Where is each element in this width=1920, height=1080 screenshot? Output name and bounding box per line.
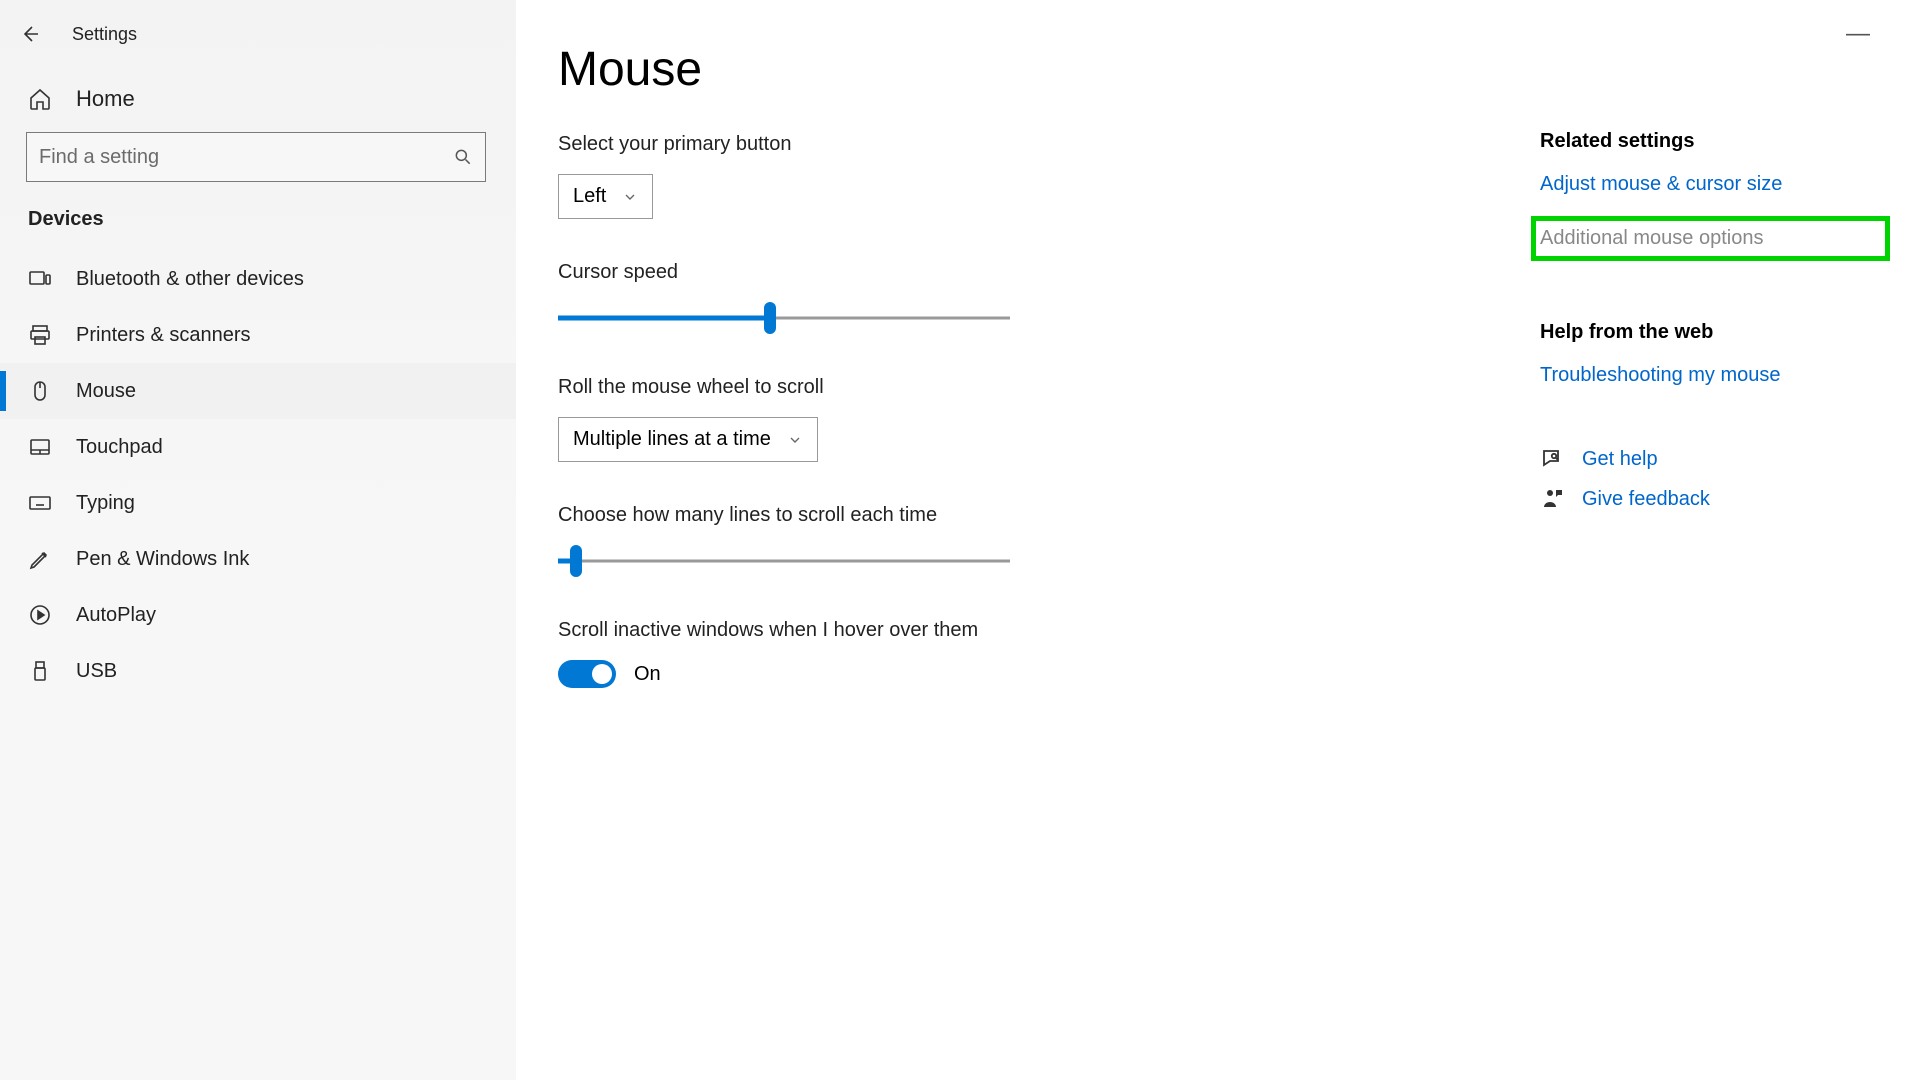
hover-scroll-toggle[interactable] bbox=[558, 660, 616, 688]
link-adjust-cursor-size[interactable]: Adjust mouse & cursor size bbox=[1540, 173, 1890, 196]
slider-track bbox=[558, 560, 1010, 563]
feedback-icon bbox=[1540, 487, 1564, 511]
sidebar-item-label: AutoPlay bbox=[76, 604, 156, 627]
content-column: Mouse Select your primary button Left Cu… bbox=[558, 42, 1318, 1080]
printer-icon bbox=[28, 323, 52, 347]
sidebar-item-bluetooth[interactable]: Bluetooth & other devices bbox=[0, 251, 516, 307]
group-hover-scroll: Scroll inactive windows when I hover ove… bbox=[558, 619, 1318, 688]
sidebar-item-label: USB bbox=[76, 660, 117, 683]
group-cursor-speed: Cursor speed bbox=[558, 261, 1318, 334]
touchpad-icon bbox=[28, 435, 52, 459]
sidebar-home-label: Home bbox=[76, 86, 135, 112]
window-title: Settings bbox=[72, 24, 137, 45]
wheel-scroll-value: Multiple lines at a time bbox=[573, 428, 771, 451]
primary-button-dropdown[interactable]: Left bbox=[558, 174, 653, 219]
give-feedback-link[interactable]: Give feedback bbox=[1582, 488, 1710, 511]
search-box[interactable] bbox=[26, 132, 486, 182]
sidebar-item-typing[interactable]: Typing bbox=[0, 475, 516, 531]
toggle-knob bbox=[592, 664, 612, 684]
sidebar-item-label: Typing bbox=[76, 492, 135, 515]
chevron-down-icon bbox=[622, 189, 638, 205]
hover-scroll-state: On bbox=[634, 663, 661, 686]
sidebar-item-label: Printers & scanners bbox=[76, 324, 251, 347]
primary-button-label: Select your primary button bbox=[558, 133, 1318, 156]
wheel-scroll-dropdown[interactable]: Multiple lines at a time bbox=[558, 417, 818, 462]
sidebar-item-label: Bluetooth & other devices bbox=[76, 268, 304, 291]
cursor-speed-slider[interactable] bbox=[558, 302, 1010, 334]
hover-scroll-toggle-row: On bbox=[558, 660, 1318, 688]
sidebar-item-label: Mouse bbox=[76, 380, 136, 403]
link-troubleshooting-mouse[interactable]: Troubleshooting my mouse bbox=[1540, 364, 1890, 387]
mouse-icon bbox=[28, 379, 52, 403]
sidebar-item-printers[interactable]: Printers & scanners bbox=[0, 307, 516, 363]
search-icon bbox=[453, 147, 473, 167]
link-additional-mouse-options[interactable]: Additional mouse options bbox=[1531, 216, 1890, 261]
group-wheel-scroll: Roll the mouse wheel to scroll Multiple … bbox=[558, 376, 1318, 462]
back-button[interactable] bbox=[16, 20, 44, 48]
group-lines-scroll: Choose how many lines to scroll each tim… bbox=[558, 504, 1318, 577]
chevron-down-icon bbox=[787, 432, 803, 448]
sidebar-item-label: Pen & Windows Ink bbox=[76, 548, 249, 571]
sidebar-section-header: Devices bbox=[0, 208, 516, 251]
sidebar-item-pen[interactable]: Pen & Windows Ink bbox=[0, 531, 516, 587]
page-title: Mouse bbox=[558, 42, 1318, 97]
autoplay-icon bbox=[28, 603, 52, 627]
lines-scroll-label: Choose how many lines to scroll each tim… bbox=[558, 504, 1318, 527]
usb-icon bbox=[28, 659, 52, 683]
sidebar-item-usb[interactable]: USB bbox=[0, 643, 516, 699]
help-from-web-header: Help from the web bbox=[1540, 321, 1890, 344]
devices-icon bbox=[28, 267, 52, 291]
search-wrap bbox=[0, 132, 516, 208]
wheel-scroll-label: Roll the mouse wheel to scroll bbox=[558, 376, 1318, 399]
home-icon bbox=[28, 87, 52, 111]
slider-fill bbox=[558, 316, 770, 321]
main-content: — Mouse Select your primary button Left … bbox=[516, 0, 1920, 1080]
slider-thumb[interactable] bbox=[570, 545, 582, 577]
hover-scroll-label: Scroll inactive windows when I hover ove… bbox=[558, 619, 1318, 642]
slider-thumb[interactable] bbox=[764, 302, 776, 334]
related-settings-header: Related settings bbox=[1540, 130, 1890, 153]
sidebar-item-mouse[interactable]: Mouse bbox=[0, 363, 516, 419]
sidebar-item-label: Touchpad bbox=[76, 436, 163, 459]
search-input[interactable] bbox=[39, 146, 453, 169]
get-help-row[interactable]: Get help bbox=[1540, 447, 1890, 471]
cursor-speed-label: Cursor speed bbox=[558, 261, 1318, 284]
primary-button-value: Left bbox=[573, 185, 606, 208]
sidebar-item-autoplay[interactable]: AutoPlay bbox=[0, 587, 516, 643]
help-icon bbox=[1540, 447, 1564, 471]
group-primary-button: Select your primary button Left bbox=[558, 133, 1318, 219]
sidebar-home[interactable]: Home bbox=[0, 70, 516, 132]
lines-scroll-slider[interactable] bbox=[558, 545, 1010, 577]
titlebar: Settings bbox=[0, 12, 516, 70]
right-column: Related settings Adjust mouse & cursor s… bbox=[1540, 40, 1890, 527]
arrow-left-icon bbox=[18, 22, 42, 46]
pen-icon bbox=[28, 547, 52, 571]
get-help-link[interactable]: Get help bbox=[1582, 448, 1658, 471]
keyboard-icon bbox=[28, 491, 52, 515]
sidebar-item-touchpad[interactable]: Touchpad bbox=[0, 419, 516, 475]
sidebar: Settings Home Devices Bluetooth & other … bbox=[0, 0, 516, 1080]
give-feedback-row[interactable]: Give feedback bbox=[1540, 487, 1890, 511]
